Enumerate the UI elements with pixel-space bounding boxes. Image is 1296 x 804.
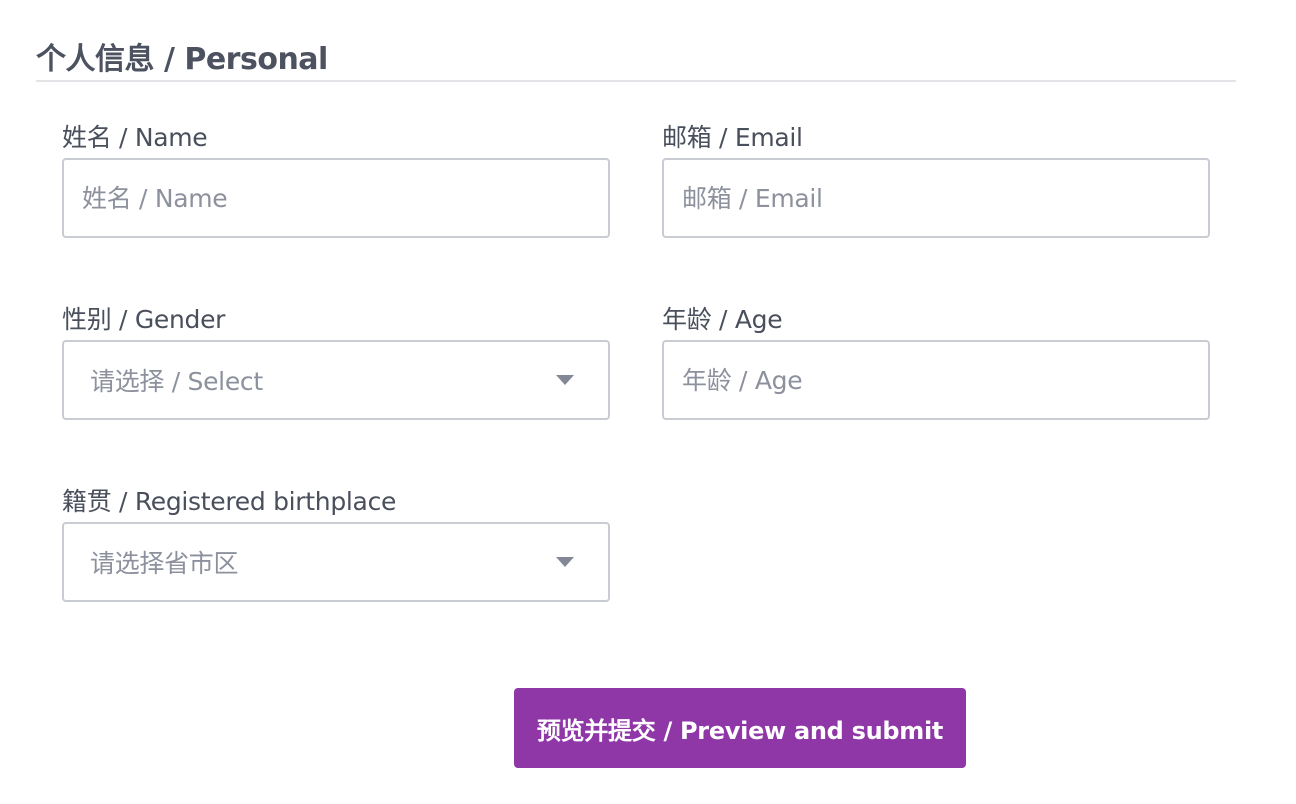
name-label: 姓名 / Name — [62, 123, 208, 152]
email-input[interactable] — [664, 160, 1208, 236]
age-field-box — [662, 340, 1210, 420]
section-title: 个人信息 / Personal — [36, 42, 328, 77]
birthplace-select[interactable]: 请选择省市区 — [62, 522, 610, 602]
age-label: 年龄 / Age — [662, 305, 783, 334]
chevron-down-icon — [556, 557, 574, 567]
email-field-box — [662, 158, 1210, 238]
birthplace-select-value: 请选择省市区 — [90, 549, 239, 578]
age-input[interactable] — [664, 342, 1208, 418]
personal-info-form: 个人信息 / Personal 姓名 / Name 邮箱 / Email 性别 … — [0, 0, 1296, 804]
gender-select[interactable]: 请选择 / Select — [62, 340, 610, 420]
chevron-down-icon — [556, 375, 574, 385]
gender-label: 性别 / Gender — [62, 305, 226, 334]
name-field-box — [62, 158, 610, 238]
preview-submit-button[interactable]: 预览并提交 / Preview and submit — [514, 688, 966, 768]
birthplace-label: 籍贯 / Registered birthplace — [62, 487, 397, 516]
gender-select-value: 请选择 / Select — [90, 367, 263, 396]
email-label: 邮箱 / Email — [662, 123, 803, 152]
section-divider — [36, 80, 1236, 82]
name-input[interactable] — [64, 160, 608, 236]
